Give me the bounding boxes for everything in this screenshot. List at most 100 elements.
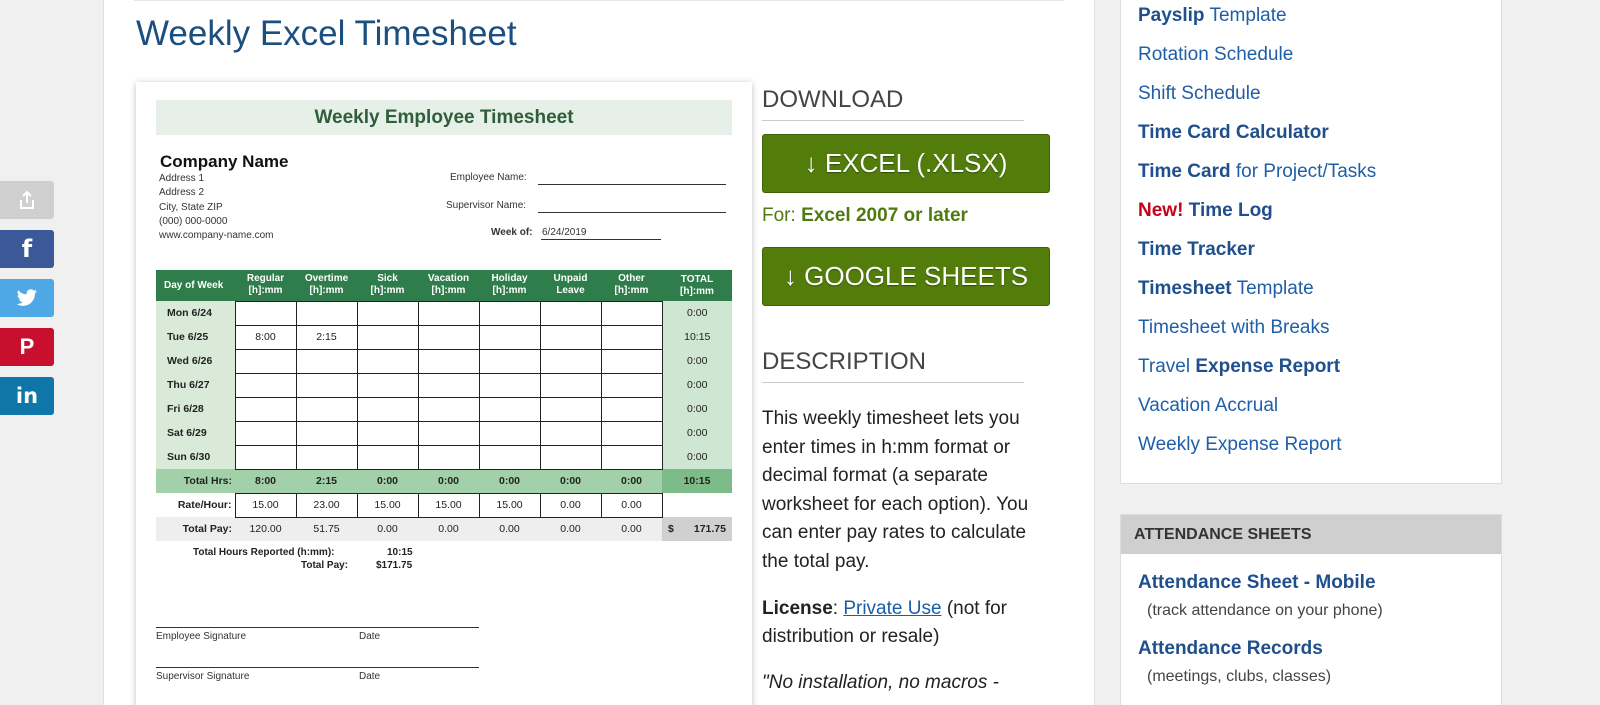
linkedin-icon[interactable]: in xyxy=(0,377,54,415)
hours-cell[interactable] xyxy=(600,444,663,470)
hours-cell[interactable] xyxy=(478,324,541,350)
hours-cell[interactable] xyxy=(478,420,541,446)
employee-name-field: Employee Name: xyxy=(450,172,726,185)
hours-cell[interactable] xyxy=(356,396,419,422)
hours-cell[interactable] xyxy=(417,372,480,398)
timesheet-preview-image[interactable]: Weekly Employee Timesheet Company Name A… xyxy=(136,82,752,705)
hours-cell[interactable] xyxy=(417,324,480,350)
sidebar-link[interactable]: Time Card for Project/Tasks xyxy=(1138,161,1376,183)
date-label: Date xyxy=(359,631,381,642)
hours-cell[interactable] xyxy=(417,396,480,422)
hours-cell[interactable] xyxy=(295,396,358,422)
hours-cell[interactable] xyxy=(234,444,297,470)
hours-cell[interactable] xyxy=(295,348,358,374)
summary-hours-label: Total Hours Reported (h:mm): xyxy=(193,547,335,558)
sidebar-link[interactable]: Time Tracker xyxy=(1138,239,1255,261)
hours-cell[interactable] xyxy=(600,324,663,350)
google-sheets-download-button[interactable]: ↓ GOOGLE SHEETS xyxy=(762,247,1050,306)
facebook-icon[interactable]: f xyxy=(0,230,54,268)
week-of-label: Week of: xyxy=(491,227,533,238)
rate-cell[interactable]: 15.00 xyxy=(234,492,297,518)
hours-cell[interactable] xyxy=(417,420,480,446)
hours-cell[interactable] xyxy=(478,444,541,470)
hours-cell[interactable]: 8:00 xyxy=(234,324,297,350)
sidebar-link[interactable]: Timesheet with Breaks xyxy=(1138,317,1329,339)
hours-cell[interactable] xyxy=(600,348,663,374)
hours-cell[interactable] xyxy=(600,420,663,446)
hours-cell[interactable] xyxy=(417,348,480,374)
total-pay-label: Total Pay: xyxy=(156,517,235,541)
employee-signature-label: Employee Signature xyxy=(156,631,247,642)
hours-cell[interactable] xyxy=(478,396,541,422)
hours-cell[interactable] xyxy=(356,324,419,350)
hours-cell[interactable]: 2:15 xyxy=(295,324,358,350)
hours-cell[interactable] xyxy=(478,348,541,374)
sidebar-link[interactable]: Time Card Calculator xyxy=(1138,122,1329,144)
hours-cell[interactable] xyxy=(600,372,663,398)
hours-cell[interactable] xyxy=(234,396,297,422)
twitter-icon[interactable] xyxy=(0,279,54,317)
address-line: Address 2 xyxy=(159,187,205,199)
hours-cell[interactable] xyxy=(234,420,297,446)
hours-cell[interactable] xyxy=(478,372,541,398)
sidebar-link[interactable]: New! Time Log xyxy=(1138,200,1273,222)
day-label: Thu 6/27 xyxy=(156,373,235,397)
hours-cell[interactable] xyxy=(295,420,358,446)
sidebar-link[interactable]: Weekly Expense Report xyxy=(1138,434,1341,456)
rate-cell[interactable]: 0.00 xyxy=(600,492,663,518)
hours-cell[interactable] xyxy=(539,300,602,326)
hours-cell[interactable] xyxy=(356,444,419,470)
pinterest-icon[interactable]: P xyxy=(0,328,54,366)
hours-cell[interactable] xyxy=(539,372,602,398)
rate-cell[interactable]: 15.00 xyxy=(478,492,541,518)
total-pay-cell: 0.00 xyxy=(479,517,540,541)
rate-cell[interactable]: 0.00 xyxy=(539,492,602,518)
hours-cell[interactable] xyxy=(234,372,297,398)
hours-cell[interactable] xyxy=(356,300,419,326)
excel-version-note: For: Excel 2007 or later xyxy=(762,205,968,227)
hours-cell[interactable] xyxy=(539,348,602,374)
day-label: Sun 6/30 xyxy=(156,445,235,469)
sidebar-link[interactable]: Shift Schedule xyxy=(1138,83,1261,105)
description-heading: DESCRIPTION xyxy=(762,348,1024,383)
hours-cell[interactable] xyxy=(417,300,480,326)
rate-cell[interactable]: 23.00 xyxy=(295,492,358,518)
hours-cell[interactable] xyxy=(295,444,358,470)
grand-total-pay: $171.75 xyxy=(662,517,732,541)
license-line: License: Private Use (not for distributi… xyxy=(762,598,1008,647)
sidebar-link[interactable]: Rotation Schedule xyxy=(1138,44,1293,66)
address-line: Address 1 xyxy=(159,173,205,184)
hours-cell[interactable] xyxy=(234,300,297,326)
sidebar-link[interactable]: Vacation Accrual xyxy=(1138,395,1278,417)
hours-cell[interactable] xyxy=(478,300,541,326)
sidebar-link[interactable]: Payslip Template xyxy=(1138,5,1287,27)
attendance-records-link[interactable]: Attendance Records xyxy=(1138,638,1323,660)
excel-download-button[interactable]: ↓ EXCEL (.XLSX) xyxy=(762,134,1050,193)
rate-cell[interactable]: 15.00 xyxy=(356,492,419,518)
table-header-cell: Regular [h]:mm xyxy=(235,270,296,301)
share-icon[interactable] xyxy=(0,181,54,219)
date-label: Date xyxy=(359,671,381,682)
hours-cell[interactable] xyxy=(295,372,358,398)
hours-cell[interactable] xyxy=(356,420,419,446)
rate-cell[interactable]: 15.00 xyxy=(417,492,480,518)
sidebar-link-bold: Expense Report xyxy=(1195,356,1341,377)
hours-cell[interactable] xyxy=(600,396,663,422)
attendance-sheet-mobile-link[interactable]: Attendance Sheet - Mobile xyxy=(1138,572,1376,594)
hours-cell[interactable] xyxy=(539,444,602,470)
sidebar-link[interactable]: Travel Expense Report xyxy=(1138,356,1340,378)
supervisor-signature-label: Supervisor Signature xyxy=(156,671,250,682)
hours-cell[interactable] xyxy=(539,396,602,422)
private-use-link[interactable]: Private Use xyxy=(843,598,941,619)
hours-cell[interactable] xyxy=(600,300,663,326)
hours-cell[interactable] xyxy=(539,420,602,446)
hours-cell[interactable] xyxy=(417,444,480,470)
table-header-row: Day of Week Regular [h]:mm Overtime [h]:mm… xyxy=(156,270,732,301)
sidebar-link[interactable]: Timesheet Template xyxy=(1138,278,1314,300)
hours-cell[interactable] xyxy=(295,300,358,326)
hours-cell[interactable] xyxy=(539,324,602,350)
summary-hours: Total Hours Reported (h:mm): xyxy=(193,546,334,560)
hours-cell[interactable] xyxy=(356,372,419,398)
hours-cell[interactable] xyxy=(234,348,297,374)
hours-cell[interactable] xyxy=(356,348,419,374)
